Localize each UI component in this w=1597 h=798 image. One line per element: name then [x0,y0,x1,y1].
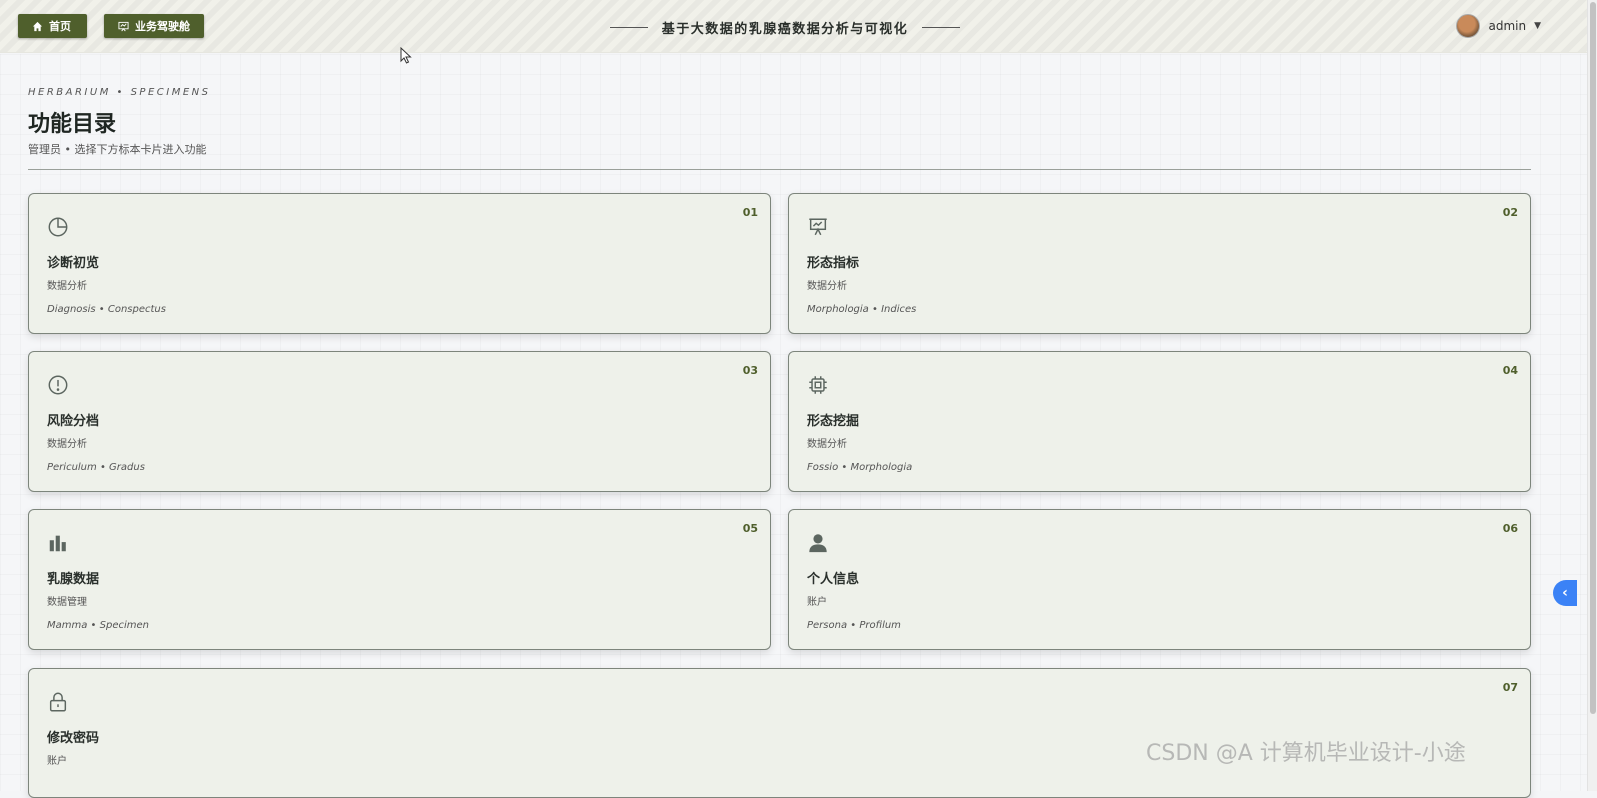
card-category: 数据分析 [47,439,87,450]
card-category: 账户 [47,756,67,767]
vertical-scrollbar[interactable] [1587,0,1597,791]
card-category: 数据分析 [807,281,847,292]
lock-icon [47,691,71,715]
card-diagnosis-overview[interactable]: 01 诊断初览 数据分析 Diagnosis • Conspectus [28,193,771,334]
card-latin-label: Mamma • Specimen [47,620,149,631]
cpu-chip-icon [807,374,831,398]
card-personal-info[interactable]: 06 个人信息 账户 Persona • Profilum [788,509,1531,650]
card-number: 05 [742,522,758,535]
user-name[interactable]: admin [1488,19,1526,33]
page-divider [28,169,1531,170]
presentation-chart-icon [807,216,831,240]
card-category: 数据管理 [47,597,87,608]
card-category: 数据分析 [47,281,87,292]
watermark: CSDN @A 计算机毕业设计-小途 [1146,741,1466,766]
home-button[interactable]: 首页 [18,14,87,38]
card-category: 数据分析 [807,439,847,450]
card-title: 个人信息 [807,572,860,587]
caret-down-icon[interactable]: ▼ [1534,21,1541,31]
card-number: 07 [1502,681,1518,694]
pie-chart-icon [47,216,71,240]
home-button-label: 首页 [49,20,71,33]
alert-circle-icon [47,374,71,398]
page-overline: HERBARIUM • SPECIMENS [28,87,211,98]
cockpit-button[interactable]: 业务驾驶舱 [104,14,204,38]
card-number: 04 [1502,364,1518,377]
card-change-password[interactable]: 07 修改密码 账户 [28,668,1531,798]
card-morphology-mining[interactable]: 04 形态挖掘 数据分析 Fossio • Morphologia [788,351,1531,492]
cockpit-button-label: 业务驾驶舱 [135,20,190,33]
home-icon [32,21,43,31]
scrollbar-thumb[interactable] [1590,2,1596,714]
dashboard-icon [118,21,129,31]
card-title: 风险分档 [47,414,100,429]
card-latin-label: Morphologia • Indices [807,304,917,315]
card-morphology-indices[interactable]: 02 形态指标 数据分析 Morphologia • Indices [788,193,1531,334]
bar-chart-icon [47,532,71,556]
user-menu[interactable]: admin ▼ [1456,13,1541,39]
card-latin-label: Persona • Profilum [807,620,901,631]
app-title-text: 基于大数据的乳腺癌数据分析与可视化 [661,21,909,37]
page-title: 功能目录 [28,112,117,137]
card-title: 乳腺数据 [47,572,100,587]
card-title: 形态指标 [807,256,860,271]
chevron-left-icon[interactable]: ‹ [1553,580,1577,606]
card-latin-label: Diagnosis • Conspectus [47,304,166,315]
card-number: 01 [742,206,758,219]
card-latin-label: Fossio • Morphologia [807,462,913,473]
avatar[interactable] [1456,14,1481,38]
card-number: 02 [1502,206,1518,219]
card-number: 06 [1502,522,1518,535]
card-title: 修改密码 [47,731,100,746]
top-navbar: 首页 业务驾驶舱 基于大数据的乳腺癌数据分析与可视化 admin ▼ [0,0,1597,53]
user-icon [807,532,831,556]
card-breast-data[interactable]: 05 乳腺数据 数据管理 Mamma • Specimen [28,509,771,650]
card-number: 03 [742,364,758,377]
card-latin-label: Periculum • Gradus [47,462,145,473]
mouse-cursor-icon [400,47,412,64]
app-title: 基于大数据的乳腺癌数据分析与可视化 [590,18,980,37]
card-title: 诊断初览 [47,256,100,271]
card-category: 账户 [807,597,827,608]
page-subtitle: 管理员 • 选择下方标本卡片进入功能 [28,143,207,156]
title-rule-right [922,26,961,28]
title-rule-left [609,26,648,28]
card-risk-grading[interactable]: 03 风险分档 数据分析 Periculum • Gradus [28,351,771,492]
card-title: 形态挖掘 [807,414,860,429]
